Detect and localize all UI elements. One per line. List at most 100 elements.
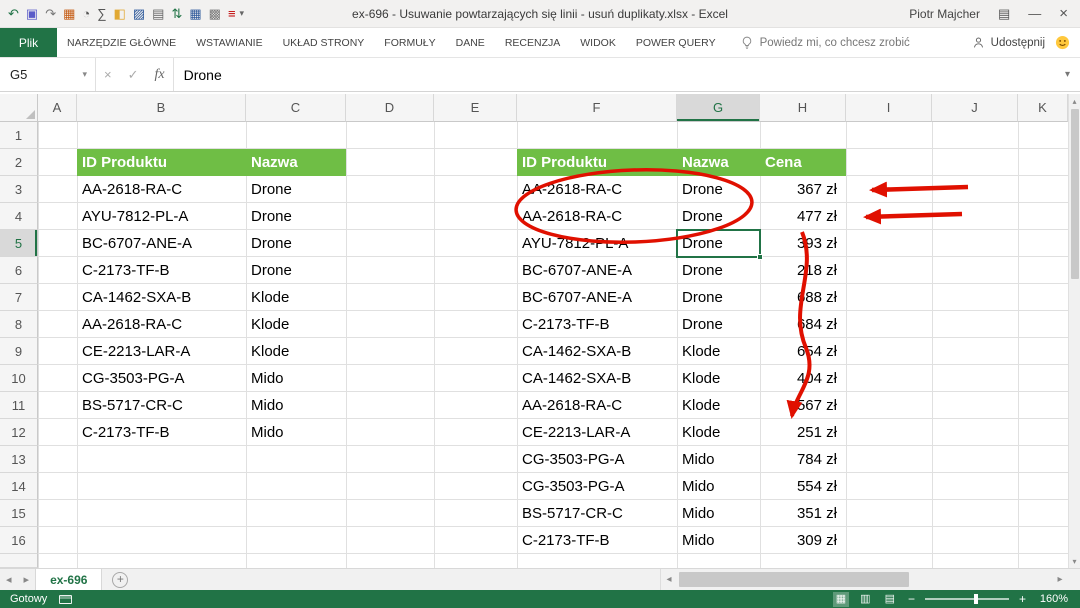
- scroll-down-icon[interactable]: ▾: [1069, 554, 1080, 568]
- cell-H2[interactable]: Cena: [760, 149, 846, 176]
- cell-F8[interactable]: C-2173-TF-B: [517, 311, 677, 338]
- tell-me[interactable]: Powiedz mi, co chcesz zrobić: [726, 28, 924, 57]
- cell-B2[interactable]: ID Produktu: [77, 149, 246, 176]
- tab-formuły[interactable]: FORMUŁY: [374, 28, 445, 57]
- cell-F14[interactable]: CG-3503-PG-A: [517, 473, 677, 500]
- col-header-H[interactable]: H: [760, 94, 846, 122]
- format-painter-icon[interactable]: ▨: [133, 7, 145, 20]
- row-header-14[interactable]: 14: [0, 473, 38, 500]
- copy-icon[interactable]: ▤: [152, 7, 164, 20]
- scroll-right-icon[interactable]: ▸: [1052, 569, 1068, 590]
- tab-recenzja[interactable]: RECENZJA: [495, 28, 570, 57]
- col-header-I[interactable]: I: [846, 94, 932, 122]
- row-header-10[interactable]: 10: [0, 365, 38, 392]
- draw-icon[interactable]: ≡: [228, 7, 236, 20]
- row-header-4[interactable]: 4: [0, 203, 38, 230]
- cell-H12[interactable]: 251 zł: [760, 419, 846, 446]
- cell-G2[interactable]: Nazwa: [677, 149, 760, 176]
- cell-C8[interactable]: Klode: [246, 311, 346, 338]
- row-header-8[interactable]: 8: [0, 311, 38, 338]
- cell-G8[interactable]: Drone: [677, 311, 760, 338]
- tab-narzędzie-główne[interactable]: NARZĘDZIE GŁÓWNE: [57, 28, 186, 57]
- vertical-scrollbar[interactable]: ▴ ▾: [1068, 94, 1080, 568]
- cell-C9[interactable]: Klode: [246, 338, 346, 365]
- page-break-view-button[interactable]: ▤: [882, 592, 898, 607]
- page-layout-view-button[interactable]: ▥: [857, 592, 873, 607]
- cell-F12[interactable]: CE-2213-LAR-A: [517, 419, 677, 446]
- fill-handle[interactable]: [757, 254, 763, 260]
- undo-icon[interactable]: ↶: [8, 7, 19, 20]
- macro-record-icon[interactable]: [59, 595, 72, 604]
- zoom-slider[interactable]: [925, 598, 1009, 600]
- cell-B3[interactable]: AA-2618-RA-C: [77, 176, 246, 203]
- scroll-left-icon[interactable]: ◂: [661, 569, 677, 590]
- cell-F9[interactable]: CA-1462-SXA-B: [517, 338, 677, 365]
- zoom-level[interactable]: 160%: [1036, 593, 1068, 605]
- tab-układ-strony[interactable]: UKŁAD STRONY: [273, 28, 375, 57]
- close-button[interactable]: ×: [1059, 5, 1068, 22]
- vertical-scroll-thumb[interactable]: [1071, 109, 1079, 279]
- cell-G3[interactable]: Drone: [677, 176, 760, 203]
- table-icon[interactable]: ▦: [189, 7, 201, 20]
- chart-icon[interactable]: ▦: [63, 7, 75, 20]
- formula-input[interactable]: Drone: [174, 67, 1065, 83]
- cell-G15[interactable]: Mido: [677, 500, 760, 527]
- cell-F7[interactable]: BC-6707-ANE-A: [517, 284, 677, 311]
- col-header-K[interactable]: K: [1018, 94, 1068, 122]
- row-header-15[interactable]: 15: [0, 500, 38, 527]
- horizontal-scroll-thumb[interactable]: [679, 572, 909, 587]
- sheet-nav-right-icon[interactable]: ▸: [18, 569, 36, 590]
- normal-view-button[interactable]: ▦: [833, 592, 849, 607]
- row-header-13[interactable]: 13: [0, 446, 38, 473]
- cell-H9[interactable]: 654 zł: [760, 338, 846, 365]
- cell-B4[interactable]: AYU-7812-PL-A: [77, 203, 246, 230]
- qat-customize-button[interactable]: ▾: [240, 8, 245, 19]
- cell-C7[interactable]: Klode: [246, 284, 346, 311]
- cell-F2[interactable]: ID Produktu: [517, 149, 677, 176]
- row-header-12[interactable]: 12: [0, 419, 38, 446]
- zoom-out-button[interactable]: −: [906, 592, 917, 606]
- row-header-16[interactable]: 16: [0, 527, 38, 554]
- cell-H14[interactable]: 554 zł: [760, 473, 846, 500]
- row-header-6[interactable]: 6: [0, 257, 38, 284]
- cell-F11[interactable]: AA-2618-RA-C: [517, 392, 677, 419]
- pivot-icon[interactable]: ▩: [209, 7, 221, 20]
- ribbon-display-options-icon[interactable]: ▤: [998, 6, 1010, 22]
- zoom-in-button[interactable]: +: [1017, 592, 1028, 606]
- cell-F4[interactable]: AA-2618-RA-C: [517, 203, 677, 230]
- row-header-17[interactable]: [0, 554, 38, 568]
- col-header-B[interactable]: B: [77, 94, 246, 122]
- cell-C5[interactable]: Drone: [246, 230, 346, 257]
- cell-F5[interactable]: AYU-7812-PL-A: [517, 230, 677, 257]
- cell-F13[interactable]: CG-3503-PG-A: [517, 446, 677, 473]
- cancel-formula-button[interactable]: ×: [96, 67, 120, 82]
- feedback-smiley-icon[interactable]: [1055, 28, 1080, 57]
- save-icon[interactable]: ▣: [26, 7, 38, 20]
- cell-F15[interactable]: BS-5717-CR-C: [517, 500, 677, 527]
- horizontal-scroll-track[interactable]: [677, 569, 1052, 590]
- tab-wstawianie[interactable]: WSTAWIANIE: [186, 28, 273, 57]
- cell-C6[interactable]: Drone: [246, 257, 346, 284]
- select-all-corner[interactable]: [0, 94, 38, 122]
- cell-H15[interactable]: 351 zł: [760, 500, 846, 527]
- cell-H3[interactable]: 367 zł: [760, 176, 846, 203]
- row-header-9[interactable]: 9: [0, 338, 38, 365]
- cell-F16[interactable]: C-2173-TF-B: [517, 527, 677, 554]
- cell-H5[interactable]: 393 zł: [760, 230, 846, 257]
- cell-H16[interactable]: 309 zł: [760, 527, 846, 554]
- cell-C4[interactable]: Drone: [246, 203, 346, 230]
- cell-H13[interactable]: 784 zł: [760, 446, 846, 473]
- zoom-slider-thumb[interactable]: [974, 594, 978, 604]
- cell-F10[interactable]: CA-1462-SXA-B: [517, 365, 677, 392]
- cell-C3[interactable]: Drone: [246, 176, 346, 203]
- autosum-icon[interactable]: ∑: [97, 7, 106, 20]
- add-sheet-button[interactable]: +: [112, 572, 128, 588]
- cell-F3[interactable]: AA-2618-RA-C: [517, 176, 677, 203]
- cell-G14[interactable]: Mido: [677, 473, 760, 500]
- horizontal-scrollbar[interactable]: ◂ ▸: [660, 569, 1068, 590]
- cell-G4[interactable]: Drone: [677, 203, 760, 230]
- tab-widok[interactable]: WIDOK: [570, 28, 626, 57]
- col-header-E[interactable]: E: [434, 94, 517, 122]
- cell-H6[interactable]: 218 zł: [760, 257, 846, 284]
- tab-dane[interactable]: DANE: [446, 28, 495, 57]
